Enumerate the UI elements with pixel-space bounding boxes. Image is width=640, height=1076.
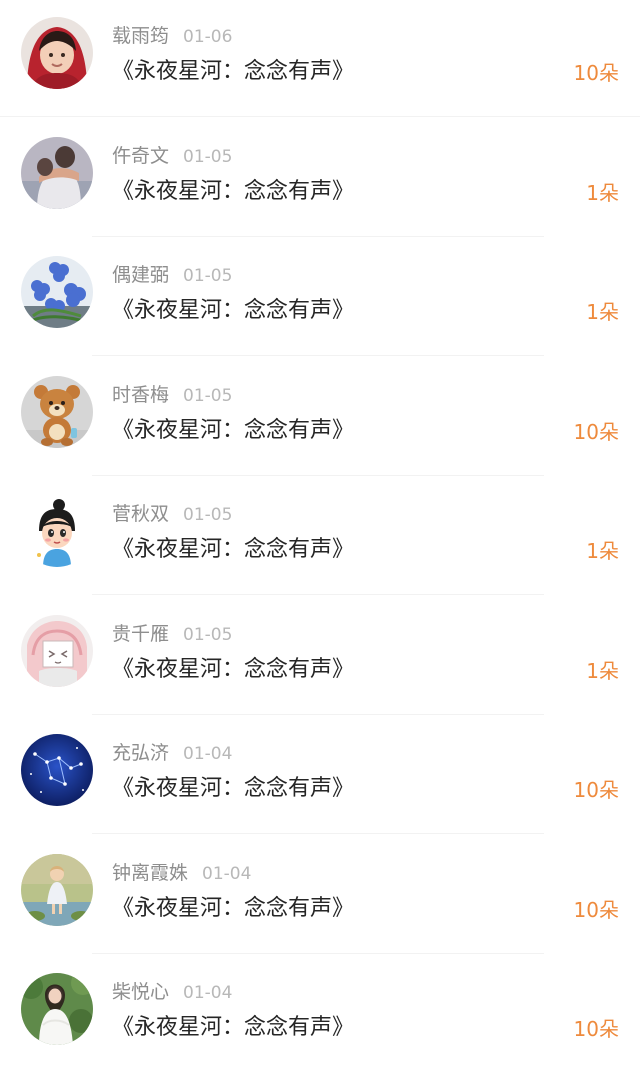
- avatar-anime-sketch-icon[interactable]: [21, 614, 93, 687]
- user-name[interactable]: 贵千雁: [112, 623, 169, 645]
- gift-record-list: 载雨筠 01-06 《永夜星河：念念有声》 10朵 仵奇文 01-05 《永夜星河：…: [0, 0, 640, 1076]
- record-date: 01-04: [202, 863, 252, 884]
- record-date: 01-04: [183, 983, 233, 1003]
- gift-count: 1朵: [586, 658, 619, 683]
- record-meta: 仵奇文 01-05: [112, 142, 232, 170]
- list-item[interactable]: 钟离霞姝 01-04 《永夜星河：念念有声》 10朵: [0, 837, 640, 957]
- gift-count: 10朵: [573, 419, 619, 444]
- avatar-blue-flowers-icon[interactable]: [21, 256, 93, 328]
- user-name[interactable]: 充弘济: [112, 742, 169, 764]
- avatar-woman-greenery-icon[interactable]: [21, 973, 93, 1045]
- user-name[interactable]: 时香梅: [112, 384, 169, 406]
- record-meta: 菅秋双 01-05: [112, 500, 232, 528]
- record-meta: 柴悦心 01-04: [112, 978, 232, 1006]
- work-title[interactable]: 《永夜星河：念念有声》: [112, 413, 354, 449]
- gift-count: 1朵: [586, 300, 619, 324]
- divider: [92, 355, 544, 356]
- divider: [92, 833, 544, 834]
- work-title[interactable]: 《永夜星河：念念有声》: [112, 532, 354, 568]
- record-meta: 载雨筠 01-06: [112, 22, 232, 50]
- record-date: 01-05: [183, 146, 233, 167]
- work-title[interactable]: 《永夜星河：念念有声》: [112, 771, 354, 807]
- user-name[interactable]: 钟离霞姝: [112, 862, 188, 884]
- work-title[interactable]: 《永夜星河：念念有声》: [112, 293, 354, 329]
- work-title[interactable]: 《永夜星河：念念有声》: [112, 54, 354, 90]
- gift-count: 10朵: [573, 1017, 619, 1041]
- record-date: 01-06: [183, 27, 233, 47]
- avatar-couple-hug-icon[interactable]: [21, 136, 93, 209]
- list-item[interactable]: 贵千雁 01-05 《永夜星河：念念有声》 1朵: [0, 598, 640, 718]
- divider: [92, 474, 544, 476]
- divider: [92, 235, 544, 237]
- gift-count: 10朵: [573, 897, 619, 922]
- list-item[interactable]: 充弘济 01-04 《永夜星河：念念有声》 10朵: [0, 717, 640, 837]
- record-date: 01-05: [183, 385, 233, 406]
- user-name[interactable]: 菅秋双: [112, 503, 169, 525]
- record-date: 01-04: [183, 744, 233, 764]
- record-meta: 时香梅 01-05: [112, 381, 232, 409]
- list-item[interactable]: 载雨筠 01-06 《永夜星河：念念有声》 10朵: [0, 0, 640, 120]
- user-name[interactable]: 柴悦心: [112, 981, 169, 1003]
- record-date: 01-05: [183, 266, 233, 286]
- work-title[interactable]: 《永夜星河：念念有声》: [112, 174, 354, 210]
- divider: [92, 952, 544, 954]
- list-item[interactable]: 偶建弼 01-05 《永夜星河：念念有声》 1朵: [0, 239, 640, 359]
- user-name[interactable]: 仵奇文: [112, 145, 169, 167]
- list-item[interactable]: 时香梅 01-05 《永夜星河：念念有声》 10朵: [0, 359, 640, 479]
- avatar-constellation-icon[interactable]: [21, 734, 93, 806]
- work-title[interactable]: 《永夜星河：念念有声》: [112, 891, 354, 927]
- avatar-teddy-bear-icon[interactable]: [21, 375, 93, 448]
- divider: [92, 713, 544, 715]
- gift-count: 10朵: [573, 778, 619, 802]
- record-meta: 充弘济 01-04: [112, 739, 232, 767]
- list-item[interactable]: 菅秋双 01-05 《永夜星河：念念有声》 1朵: [0, 478, 640, 598]
- work-title[interactable]: 《永夜星河：念念有声》: [112, 1010, 354, 1046]
- record-meta: 钟离霞姝 01-04: [112, 859, 251, 887]
- list-item[interactable]: 柴悦心 01-04 《永夜星河：念念有声》 10朵: [0, 956, 640, 1076]
- record-date: 01-05: [183, 624, 233, 645]
- gift-count: 1朵: [586, 180, 619, 205]
- record-meta: 贵千雁 01-05: [112, 620, 232, 648]
- avatar-cartoon-girl-icon[interactable]: [21, 495, 93, 567]
- divider: [92, 594, 544, 595]
- avatar-child-outdoor-icon[interactable]: [21, 853, 93, 926]
- gift-count: 10朵: [573, 61, 619, 85]
- user-name[interactable]: 载雨筠: [112, 25, 169, 47]
- record-date: 01-05: [183, 505, 233, 525]
- work-title[interactable]: 《永夜星河：念念有声》: [112, 652, 354, 688]
- divider: [0, 116, 640, 117]
- list-item[interactable]: 仵奇文 01-05 《永夜星河：念念有声》 1朵: [0, 120, 640, 240]
- user-name[interactable]: 偶建弼: [112, 264, 169, 286]
- record-meta: 偶建弼 01-05: [112, 261, 232, 289]
- avatar-child-red-hood-icon[interactable]: [21, 17, 93, 89]
- gift-count: 1朵: [586, 539, 619, 563]
